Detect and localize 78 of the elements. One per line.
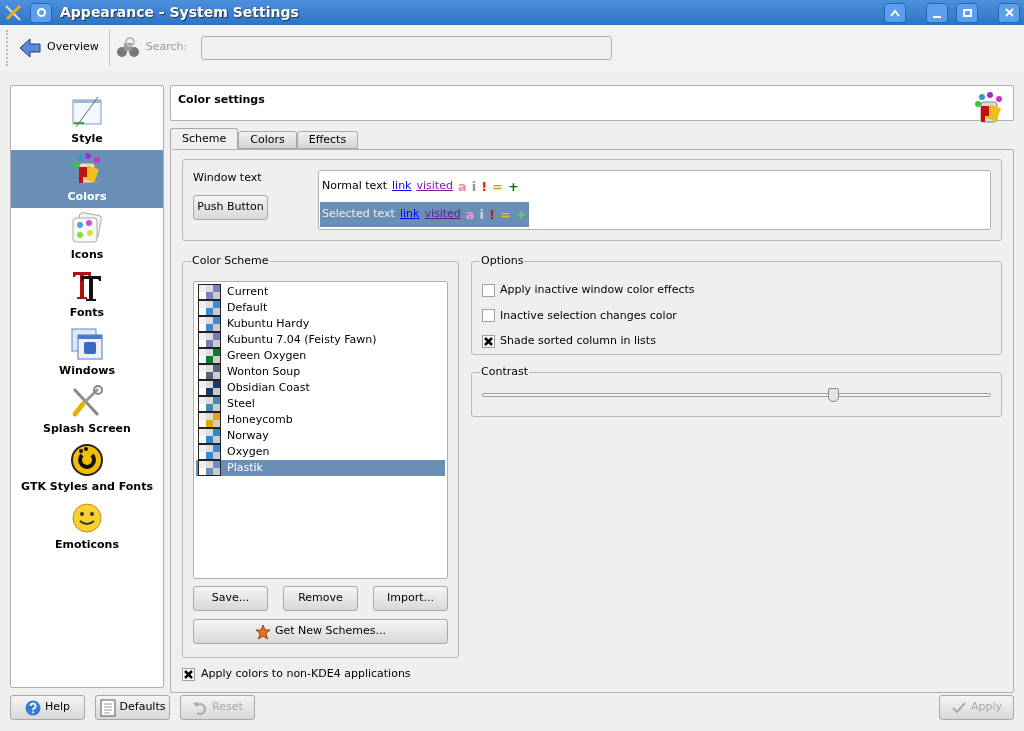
tab[interactable]: Scheme <box>170 128 239 149</box>
scheme-item[interactable]: Kubuntu 7.04 (Feisty Fawn) <box>196 332 445 348</box>
scheme-button[interactable]: Remove <box>283 586 358 611</box>
scheme-button[interactable]: Save... <box>193 586 268 611</box>
checkbox[interactable] <box>482 334 495 348</box>
document-icon <box>99 698 116 717</box>
scheme-item[interactable]: Obsidian Coast <box>196 380 445 396</box>
option-label: Inactive selection changes color <box>500 307 677 324</box>
windows-icon <box>70 326 104 361</box>
option-label: Apply inactive window color effects <box>500 282 695 298</box>
preview-link[interactable]: visited <box>416 178 453 195</box>
footer-button[interactable]: Defaults <box>95 695 170 720</box>
keep-above-button[interactable] <box>884 2 906 23</box>
sidebar-item[interactable]: Fonts <box>11 266 163 324</box>
window-text-label: Window text <box>193 170 263 186</box>
star-icon <box>254 623 271 640</box>
preview-link[interactable]: link <box>392 178 412 195</box>
tools-icon[interactable] <box>4 3 22 22</box>
preview-text: Normal text <box>322 178 387 195</box>
sidebar-item[interactable]: Windows <box>11 324 163 382</box>
preview-text: a <box>465 205 475 224</box>
preview-text: Selected text <box>322 206 395 223</box>
window-menu-button[interactable] <box>30 2 52 23</box>
preview-text: = <box>500 205 511 224</box>
footer-button[interactable]: Help <box>10 695 85 720</box>
preview-text: i <box>471 177 477 196</box>
sidebar-item[interactable]: Emoticons <box>11 498 163 556</box>
close-button[interactable] <box>998 2 1020 23</box>
sidebar-item[interactable]: GTK Styles and Fonts <box>11 440 163 498</box>
scheme-item[interactable]: Default <box>196 300 445 316</box>
maximize-button[interactable] <box>956 2 978 23</box>
scheme-item[interactable]: Current <box>196 284 445 300</box>
checkbox[interactable] <box>182 667 195 681</box>
help-icon <box>24 699 41 716</box>
contrast-slider[interactable] <box>482 387 991 402</box>
minimize-button[interactable] <box>926 2 948 23</box>
binoculars-icon <box>115 36 140 59</box>
scheme-button[interactable]: Import... <box>373 586 448 611</box>
preview-text: = <box>492 177 503 196</box>
window-title: Appearance - System Settings <box>60 3 299 22</box>
smiley-icon <box>70 500 104 535</box>
checkbox[interactable] <box>482 309 495 323</box>
close-icon <box>1004 8 1014 17</box>
scheme-item[interactable]: Honeycomb <box>196 412 445 428</box>
undo-icon <box>192 699 209 716</box>
preview-text: ! <box>489 205 495 224</box>
scheme-item[interactable]: Oxygen <box>196 444 445 460</box>
search-field[interactable] <box>201 35 613 60</box>
overview-button[interactable]: Overview <box>15 37 103 58</box>
slider-thumb[interactable] <box>828 387 840 402</box>
preview-text: + <box>515 205 527 224</box>
preview-text: a <box>457 177 467 196</box>
preview-text: ! <box>481 177 488 196</box>
option-label: Shade sorted column in lists <box>500 333 656 349</box>
apply-colors-label: Apply colors to non-KDE4 applications <box>201 666 411 682</box>
get-new-schemes-button[interactable]: Get New Schemes... <box>193 619 448 644</box>
scheme-item[interactable]: Kubuntu Hardy <box>196 316 445 332</box>
checkbox[interactable] <box>482 283 495 297</box>
scheme-item[interactable]: Steel <box>196 396 445 412</box>
preview-text: i <box>479 205 485 224</box>
push-button[interactable]: Push Button <box>193 194 268 220</box>
sidebar-item[interactable]: Icons <box>11 208 163 266</box>
icon-cards-icon <box>70 210 104 245</box>
sidebar-item[interactable]: Splash Screen <box>11 382 163 440</box>
search-label: Search: <box>145 39 188 56</box>
caret-up-icon <box>890 8 900 17</box>
tab[interactable]: Colors <box>238 131 297 149</box>
tab[interactable]: Effects <box>296 131 359 149</box>
group-title: Options <box>480 254 525 268</box>
header-title: Color settings <box>178 92 265 108</box>
sidebar-item[interactable]: Style <box>11 92 163 150</box>
scheme-item[interactable]: Wonton Soup <box>196 364 445 380</box>
tools-icon <box>70 384 104 419</box>
back-arrow-icon <box>19 37 41 58</box>
preview-text: + <box>508 177 519 196</box>
scheme-item[interactable]: Green Oxygen <box>196 348 445 364</box>
scheme-item[interactable]: Norway <box>196 428 445 444</box>
window-style-icon <box>70 94 104 129</box>
